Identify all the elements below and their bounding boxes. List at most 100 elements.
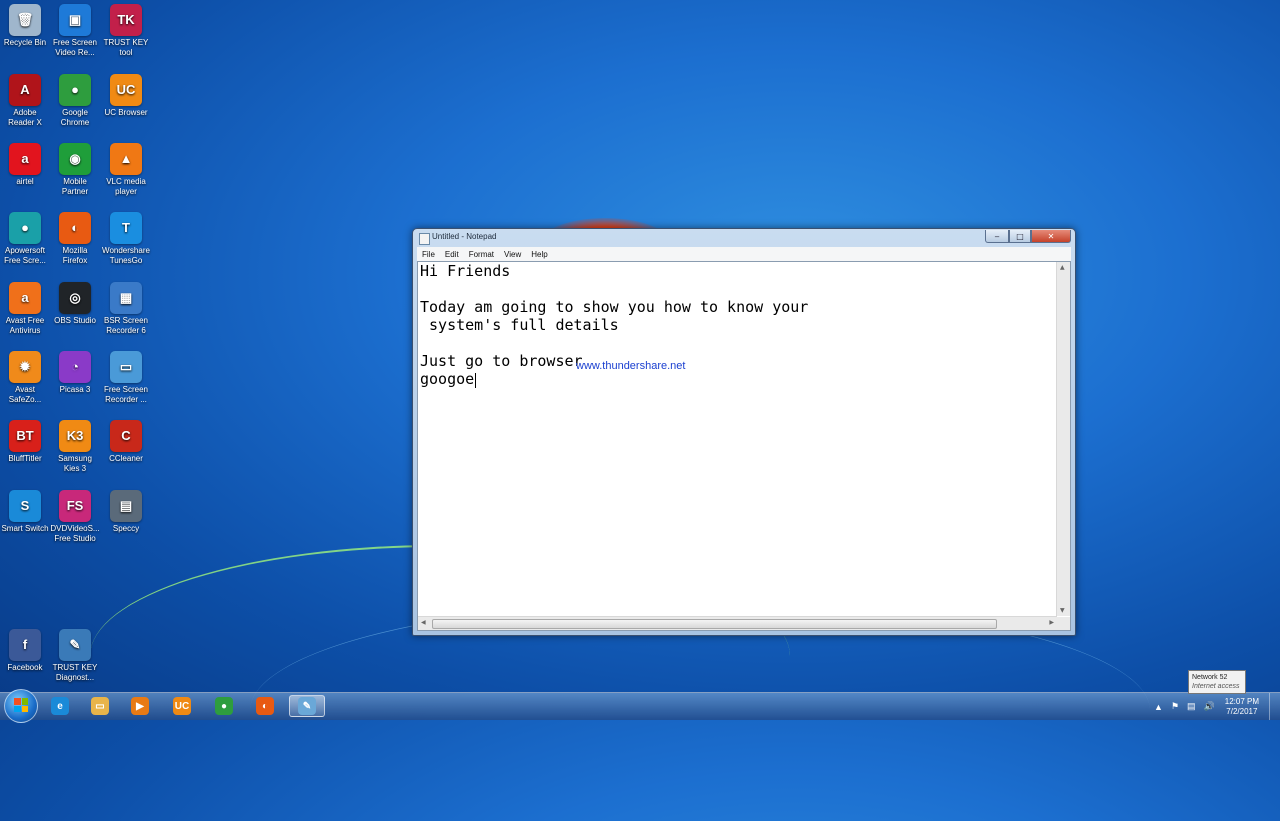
- taskbar-app-button[interactable]: ●: [206, 695, 242, 717]
- text-editor[interactable]: Hi Friends Today am going to show you ho…: [417, 261, 1071, 631]
- taskbar-app-button[interactable]: ✎: [289, 695, 325, 717]
- desktop-icon-label: UC Browser: [104, 108, 148, 117]
- notepad-window[interactable]: Untitled - Notepad ‒ □ ✕ File Edit Forma…: [412, 228, 1076, 636]
- taskbar-app-button[interactable]: ▶: [122, 695, 158, 717]
- desktop-icon[interactable]: ✎ TRUST KEY Diagnost...: [50, 629, 100, 683]
- horizontal-scrollbar[interactable]: ◀ ▶: [418, 616, 1057, 630]
- desktop-icon[interactable]: C CCleaner: [101, 420, 151, 464]
- app-icon: T: [110, 212, 142, 244]
- app-icon: ✹: [9, 351, 41, 383]
- vertical-scrollbar[interactable]: ▲ ▼: [1056, 262, 1070, 616]
- desktop-icon[interactable]: ▭ Free Screen Recorder ...: [101, 351, 151, 405]
- desktop-icon[interactable]: FS DVDVideoS... Free Studio: [50, 490, 100, 544]
- desktop-icon[interactable]: S Smart Switch: [0, 490, 50, 534]
- menu-help[interactable]: Help: [526, 250, 552, 259]
- desktop-icon[interactable]: a airtel: [0, 143, 50, 187]
- desktop-icon[interactable]: 🗑 Recycle Bin: [0, 4, 50, 48]
- desktop-icon[interactable]: K3 Samsung Kies 3: [50, 420, 100, 474]
- volume-icon[interactable]: 🔊: [1204, 701, 1215, 712]
- taskbar-app-icon: ▶: [131, 697, 149, 715]
- system-tray: ▲ ⚑ ▤ 🔊 12:07 PM 7/2/2017: [1150, 693, 1280, 720]
- desktop-icon[interactable]: ▲ VLC media player: [101, 143, 151, 197]
- clock[interactable]: 12:07 PM 7/2/2017: [1225, 697, 1259, 717]
- desktop-icon[interactable]: ✹ Avast SafeZo...: [0, 351, 50, 405]
- scroll-left-icon[interactable]: ◀: [421, 619, 426, 626]
- app-icon: S: [9, 490, 41, 522]
- document-text[interactable]: Hi Friends Today am going to show you ho…: [420, 262, 1056, 616]
- desktop-icon[interactable]: A Adobe Reader X: [0, 74, 50, 128]
- desktop-icon[interactable]: ▣ Free Screen Video Re...: [50, 4, 100, 58]
- desktop-icon-label: CCleaner: [109, 454, 143, 463]
- text-caret: [475, 373, 477, 388]
- size-grip[interactable]: [1057, 617, 1070, 630]
- taskbar-app-icon: UC: [173, 697, 191, 715]
- desktop-icon[interactable]: f Facebook: [0, 629, 50, 673]
- scroll-down-icon[interactable]: ▼: [1060, 607, 1065, 614]
- desktop-icon[interactable]: ◎ OBS Studio: [50, 282, 100, 326]
- desktop-icon-label: Speccy: [112, 524, 140, 533]
- menu-edit[interactable]: Edit: [440, 250, 464, 259]
- scroll-up-icon[interactable]: ▲: [1060, 264, 1065, 271]
- taskbar-app-icon: ◐: [256, 697, 274, 715]
- desktop-icon-label: Avast SafeZo...: [8, 385, 42, 404]
- window-title: Untitled - Notepad: [432, 232, 497, 241]
- desktop-icon-label: Samsung Kies 3: [58, 454, 92, 473]
- network-tooltip: Network 52 Internet access: [1188, 670, 1246, 694]
- desktop-icon[interactable]: ◔ Picasa 3: [50, 351, 100, 395]
- taskbar-app-button[interactable]: ▭: [82, 695, 118, 717]
- app-icon: ▤: [110, 490, 142, 522]
- desktop-icon-label: OBS Studio: [54, 316, 96, 325]
- desktop-icon[interactable]: ● Google Chrome: [50, 74, 100, 128]
- app-icon: BT: [9, 420, 41, 452]
- app-icon: ▦: [110, 282, 142, 314]
- notepad-app-icon[interactable]: [419, 233, 430, 245]
- action-center-flag-icon[interactable]: ⚑: [1171, 701, 1179, 712]
- desktop-icon[interactable]: BT BluffTitler: [0, 420, 50, 464]
- desktop-icon-label: Adobe Reader X: [8, 108, 42, 127]
- desktop-icon-label: Wondershare TunesGo: [102, 246, 150, 265]
- desktop-icon-label: airtel: [16, 177, 34, 186]
- desktop-icon[interactable]: ● Apowersoft Free Scre...: [0, 212, 50, 266]
- app-icon: ▲: [110, 143, 142, 175]
- taskbar-app-button[interactable]: UC: [164, 695, 200, 717]
- menu-format[interactable]: Format: [464, 250, 499, 259]
- app-icon: ◐: [59, 212, 91, 244]
- desktop-icon[interactable]: a Avast Free Antivirus: [0, 282, 50, 336]
- desktop-icon-label: BluffTitler: [8, 454, 42, 463]
- desktop-icon[interactable]: ▤ Speccy: [101, 490, 151, 534]
- desktop-icon[interactable]: UC UC Browser: [101, 74, 151, 118]
- network-icon[interactable]: ▤: [1187, 701, 1196, 712]
- taskbar-app-icon: e: [51, 697, 69, 715]
- desktop-icon-label: DVDVideoS... Free Studio: [50, 524, 100, 543]
- desktop-icon-label: Free Screen Video Re...: [52, 38, 98, 57]
- taskbar-app-button[interactable]: e: [42, 695, 78, 717]
- start-button[interactable]: [4, 689, 38, 723]
- taskbar-app-button[interactable]: ◐: [247, 695, 283, 717]
- tray-expand-icon[interactable]: ▲: [1154, 702, 1163, 712]
- desktop-icon-label: TRUST KEY tool: [103, 38, 149, 57]
- menu-file[interactable]: File: [417, 250, 440, 259]
- windows-logo-icon: [14, 698, 28, 712]
- minimize-button[interactable]: ‒: [985, 230, 1009, 243]
- desktop-icon-label: Picasa 3: [59, 385, 91, 394]
- network-tooltip-status: Internet access: [1192, 683, 1240, 690]
- maximize-button[interactable]: □: [1009, 230, 1031, 243]
- title-bar[interactable]: Untitled - Notepad ‒ □ ✕: [413, 229, 1075, 247]
- horizontal-scroll-thumb[interactable]: [432, 619, 997, 629]
- menu-view[interactable]: View: [499, 250, 526, 259]
- desktop-icon[interactable]: ◐ Mozilla Firefox: [50, 212, 100, 266]
- desktop-icon[interactable]: ▦ BSR Screen Recorder 6: [101, 282, 151, 336]
- app-icon: a: [9, 143, 41, 175]
- desktop-icon[interactable]: TK TRUST KEY tool: [101, 4, 151, 58]
- show-desktop-button[interactable]: [1269, 693, 1280, 720]
- desktop-icon-label: TRUST KEY Diagnost...: [52, 663, 98, 682]
- desktop-icon[interactable]: ◉ Mobile Partner: [50, 143, 100, 197]
- desktop-icon[interactable]: T Wondershare TunesGo: [101, 212, 151, 266]
- desktop-icon-label: Recycle Bin: [3, 38, 47, 47]
- close-button[interactable]: ✕: [1031, 230, 1071, 243]
- taskbar-app-icon: ✎: [298, 697, 316, 715]
- app-icon: UC: [110, 74, 142, 106]
- desktop-icon-label: Avast Free Antivirus: [5, 316, 45, 335]
- scroll-right-icon[interactable]: ▶: [1049, 619, 1054, 626]
- taskbar: e ▭ ▶ UC ● ◐ ✎ ▲ ⚑ ▤ 🔊 12:07 PM 7/2/2017: [0, 689, 1280, 723]
